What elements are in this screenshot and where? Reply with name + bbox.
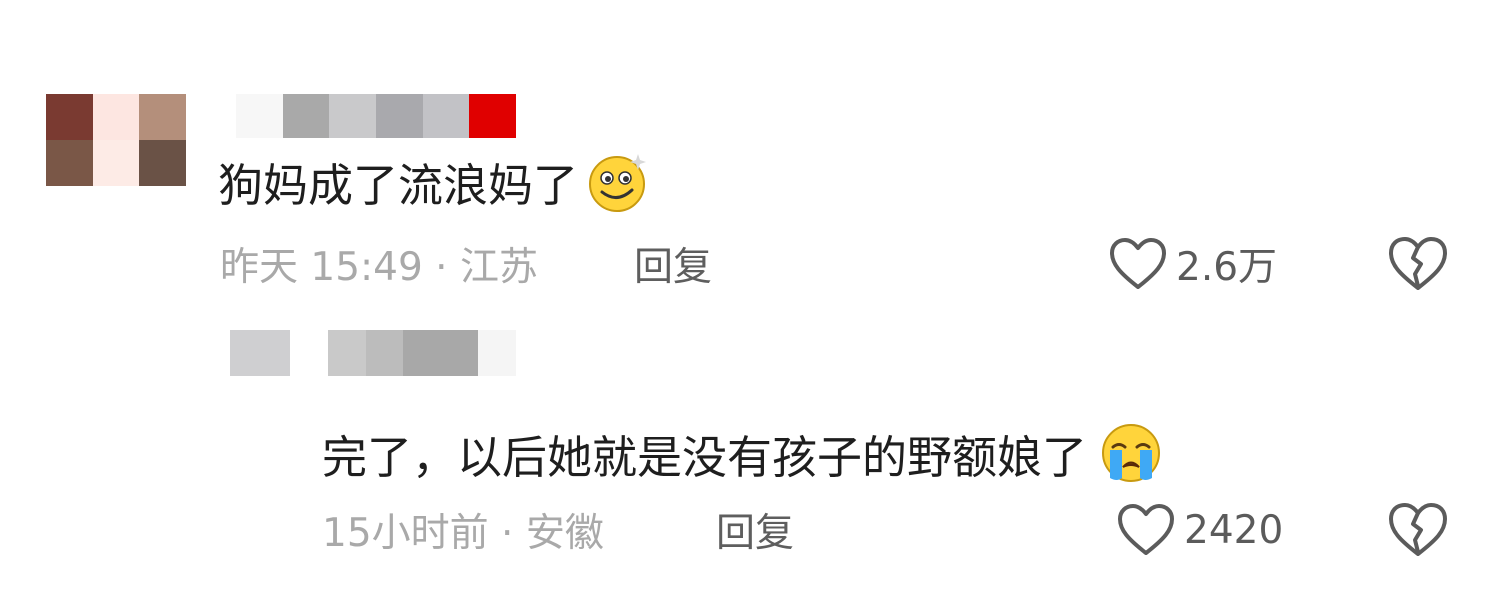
- mosaic-block: [46, 140, 93, 186]
- dislike-button[interactable]: [1386, 500, 1450, 560]
- avatar[interactable]: [46, 94, 186, 186]
- broken-heart-icon: [1389, 503, 1447, 556]
- mosaic-block: [403, 330, 479, 376]
- username-pixelated[interactable]: [236, 94, 516, 138]
- mosaic-block: [478, 330, 516, 376]
- comment-meta: 15小时前 · 安徽: [322, 511, 604, 556]
- reply-button[interactable]: 回复: [716, 502, 794, 558]
- dislike-button[interactable]: [1386, 234, 1450, 294]
- like-button[interactable]: 2420: [1116, 502, 1283, 558]
- comment-meta: 昨天 15:49 · 江苏: [220, 245, 538, 290]
- mosaic-block: [376, 94, 423, 138]
- mosaic-block: [230, 330, 290, 376]
- mosaic-block: [92, 140, 140, 186]
- mosaic-block: [139, 140, 186, 186]
- mosaic-block: [46, 94, 93, 140]
- mosaic-block: [365, 330, 404, 376]
- loudly-crying-emoji-icon: [1095, 420, 1167, 486]
- comment-text: 完了，以后她就是没有孩子的野额娘了: [322, 418, 1167, 488]
- like-button[interactable]: 2.6万: [1108, 236, 1277, 292]
- like-count: 2.6万: [1176, 245, 1278, 290]
- mosaic-block: [282, 94, 330, 138]
- mosaic-block: [422, 94, 470, 138]
- comment-text: 狗妈成了流浪妈了: [218, 146, 652, 216]
- like-count: 2420: [1184, 507, 1284, 553]
- avatar[interactable]: [230, 330, 290, 376]
- mosaic-block: [469, 94, 516, 138]
- mosaic-block: [92, 94, 140, 140]
- dizzy-smile-emoji-icon: [586, 148, 652, 214]
- comment-body: 狗妈成了流浪妈了: [218, 158, 579, 212]
- mosaic-block: [328, 330, 366, 376]
- heart-outline-icon: [1110, 238, 1166, 289]
- heart-outline-icon: [1118, 504, 1174, 555]
- mosaic-block: [329, 94, 376, 138]
- mosaic-block: [236, 94, 283, 138]
- mosaic-block: [139, 94, 186, 140]
- reply-button[interactable]: 回复: [634, 236, 712, 292]
- username-pixelated[interactable]: [328, 330, 516, 376]
- comment-body: 完了，以后她就是没有孩子的野额娘了: [322, 430, 1088, 484]
- broken-heart-icon: [1389, 237, 1447, 290]
